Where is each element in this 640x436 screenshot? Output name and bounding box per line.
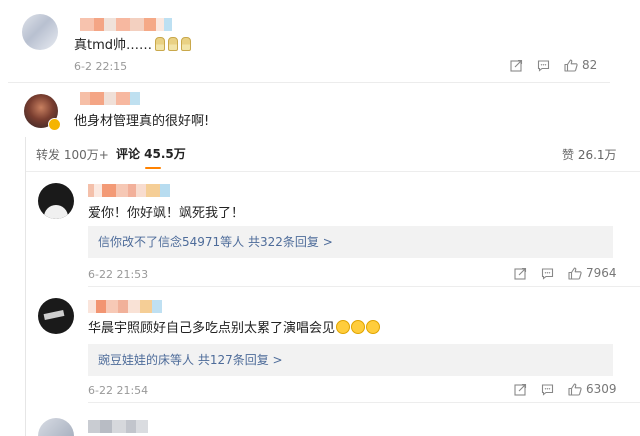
comment-icon bbox=[541, 267, 554, 280]
avatar[interactable] bbox=[38, 298, 74, 334]
share-button[interactable] bbox=[510, 59, 523, 72]
comment-text: 他身材管理真的很好啊! bbox=[74, 114, 210, 129]
comment-card-top: 真tmd帅…… 6-2 22:15 82 bbox=[8, 0, 610, 83]
comment-icon bbox=[541, 383, 554, 396]
like-button[interactable]: 82 bbox=[564, 58, 597, 72]
comment-card-second: 他身材管理真的很好啊! bbox=[8, 86, 610, 136]
comment-timestamp: 6-22 21:54 bbox=[88, 384, 149, 397]
smile-emoji-icon bbox=[366, 320, 381, 334]
like-count: 7964 bbox=[586, 266, 617, 280]
avatar[interactable] bbox=[22, 14, 58, 50]
blurred-username[interactable] bbox=[88, 184, 170, 197]
doge-emoji-icon bbox=[155, 37, 166, 51]
blurred-username[interactable] bbox=[88, 420, 148, 433]
tab-repost[interactable]: 转发 100万+ bbox=[36, 146, 109, 163]
share-button[interactable] bbox=[514, 383, 527, 396]
thumbs-up-icon bbox=[564, 58, 578, 72]
reply-thread-link[interactable]: 豌豆娃娃的床等人 共127条回复 > bbox=[88, 344, 613, 376]
comment-divider bbox=[88, 286, 640, 287]
comment-divider bbox=[88, 402, 640, 403]
doge-emoji-icon bbox=[181, 37, 192, 51]
reply-button[interactable] bbox=[541, 383, 554, 396]
avatar[interactable] bbox=[38, 183, 74, 219]
active-tab-indicator bbox=[145, 167, 161, 169]
comment-icon bbox=[537, 59, 550, 72]
reply-thread-link[interactable]: 信你改不了信念54971等人 共322条回复 > bbox=[88, 226, 613, 258]
tab-comments[interactable]: 评论 45.5万 bbox=[116, 145, 186, 162]
share-button[interactable] bbox=[514, 267, 527, 280]
comment-timestamp: 6-22 21:53 bbox=[88, 268, 149, 281]
share-icon bbox=[514, 267, 527, 280]
thumbs-up-icon bbox=[568, 266, 582, 280]
reply-button[interactable] bbox=[541, 267, 554, 280]
reply-button[interactable] bbox=[537, 59, 550, 72]
comment-item: 爱你！你好飒！飒死我了！ 信你改不了信念54971等人 共322条回复 > 6-… bbox=[26, 172, 640, 287]
comment-text: 华晨宇照顾好自己多吃点别太累了演唱会见 bbox=[88, 317, 381, 336]
verified-badge-icon bbox=[48, 118, 61, 131]
comment-text: 真tmd帅…… bbox=[74, 34, 192, 53]
blurred-username[interactable] bbox=[80, 18, 172, 31]
avatar[interactable] bbox=[38, 418, 74, 436]
like-button[interactable]: 7964 bbox=[568, 266, 617, 280]
share-icon bbox=[514, 383, 527, 396]
comments-panel: 转发 100万+ 评论 45.5万 赞 26.1万 爱你！你好飒！飒死我了！ 信… bbox=[26, 137, 640, 436]
share-icon bbox=[510, 59, 523, 72]
like-count: 6309 bbox=[586, 382, 617, 396]
tab-likes[interactable]: 赞 26.1万 bbox=[562, 146, 617, 163]
comment-item: 华晨宇照顾好自己多吃点别太累了演唱会见 豌豆娃娃的床等人 共127条回复 > 6… bbox=[26, 288, 640, 403]
thumbs-up-icon bbox=[568, 382, 582, 396]
like-button[interactable]: 6309 bbox=[568, 382, 617, 396]
blurred-username[interactable] bbox=[80, 92, 140, 105]
blurred-username[interactable] bbox=[88, 300, 162, 313]
comment-text: 爱你！你好飒！飒死我了！ bbox=[88, 206, 245, 221]
smile-emoji-icon bbox=[351, 320, 366, 334]
comment-item bbox=[26, 404, 640, 436]
smile-emoji-icon bbox=[336, 320, 351, 334]
comment-timestamp: 6-2 22:15 bbox=[74, 60, 128, 73]
like-count: 82 bbox=[582, 58, 598, 72]
doge-emoji-icon bbox=[168, 37, 179, 51]
